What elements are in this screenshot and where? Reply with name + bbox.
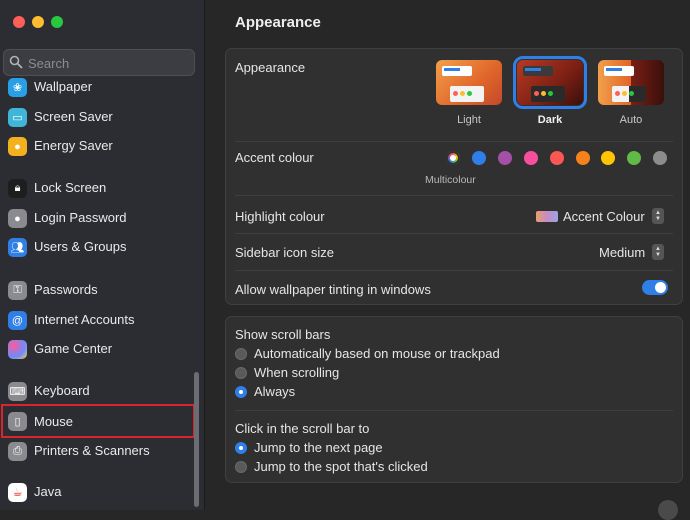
accent-yellow-swatch[interactable] (601, 151, 615, 165)
scroll-auto-radio[interactable] (235, 348, 247, 360)
wallpaper-tinting-label: Allow wallpaper tinting in windows (235, 282, 431, 297)
jump-to-spot-label[interactable]: Jump to the spot that's clicked (254, 459, 428, 474)
sidebar-item-label: Java (34, 484, 62, 499)
jump-next-page-radio[interactable] (235, 442, 247, 454)
sidebar-item-label: Printers & Scanners (34, 443, 150, 458)
show-scroll-bars-label: Show scroll bars (235, 327, 331, 342)
appearance-label: Appearance (235, 60, 306, 75)
accent-multicolour-swatch[interactable] (446, 151, 460, 165)
appearance-auto-option[interactable] (598, 60, 664, 105)
sidebar-item-wallpaper[interactable]: ❀ Wallpaper (0, 76, 195, 100)
appearance-panel: Appearance Light Dark Auto Accent colour… (225, 48, 683, 305)
main-content: Appearance Appearance Light Dark Auto Ac… (206, 0, 690, 520)
sidebar-item-label: Mouse (34, 414, 74, 429)
divider (235, 233, 673, 234)
sidebar-item-mouse[interactable]: ▯ Mouse (1, 404, 195, 438)
sidebar-item-internet-accounts[interactable]: @ Internet Accounts (0, 307, 195, 333)
appearance-dark-label: Dark (537, 114, 563, 126)
lock-screen-icon: 🔒︎ (8, 179, 27, 198)
sidebar-item-label: Users & Groups (34, 239, 127, 254)
login-password-icon: ● (8, 209, 27, 228)
sidebar-item-label: Lock Screen (34, 180, 107, 195)
sidebar-icon-size-chevron-icon[interactable]: ▲ ▼ (652, 244, 664, 260)
game-center-icon (8, 340, 27, 359)
sidebar: Search ❀ Wallpaper ▭ Screen Saver ● Ener… (0, 0, 205, 510)
search-input[interactable]: Search (3, 49, 195, 76)
scroll-auto-label[interactable]: Automatically based on mouse or trackpad (254, 346, 500, 361)
scroll-always-label[interactable]: Always (254, 384, 295, 399)
sidebar-list: ❀ Wallpaper ▭ Screen Saver ● Energy Save… (0, 76, 202, 510)
click-scroll-bar-label: Click in the scroll bar to (235, 421, 370, 436)
sidebar-item-label: Energy Saver (34, 138, 113, 153)
highlight-colour-swatch (536, 211, 558, 222)
accent-green-swatch[interactable] (627, 151, 641, 165)
sidebar-item-java[interactable]: ☕︎ Java (0, 479, 195, 505)
divider (235, 270, 673, 271)
mouse-icon: ▯ (8, 412, 27, 431)
sidebar-item-game-center[interactable]: Game Center (0, 336, 195, 362)
accent-colour-label: Accent colour (235, 150, 314, 165)
appearance-light-option[interactable] (436, 60, 502, 105)
sidebar-item-label: Screen Saver (34, 109, 113, 124)
sidebar-item-label: Login Password (34, 210, 127, 225)
close-window-button[interactable] (13, 16, 25, 28)
accent-pink-swatch[interactable] (524, 151, 538, 165)
accent-graphite-swatch[interactable] (653, 151, 667, 165)
users-groups-icon: 👥︎ (8, 238, 27, 257)
accent-red-swatch[interactable] (550, 151, 564, 165)
appearance-light-label: Light (457, 114, 481, 126)
sidebar-item-energy-saver[interactable]: ● Energy Saver (0, 133, 195, 159)
accent-blue-swatch[interactable] (472, 151, 486, 165)
wallpaper-icon: ❀ (8, 78, 27, 97)
sidebar-item-login-password[interactable]: ● Login Password (0, 205, 195, 231)
keyboard-icon: ⌨ (8, 382, 27, 401)
search-icon (9, 55, 23, 69)
scroll-always-radio[interactable] (235, 386, 247, 398)
highlight-colour-popup[interactable]: Accent Colour (563, 209, 645, 224)
sidebar-item-label: Internet Accounts (34, 312, 135, 327)
highlight-colour-label: Highlight colour (235, 209, 325, 224)
internet-accounts-icon: @ (8, 311, 27, 330)
accent-orange-swatch[interactable] (576, 151, 590, 165)
screen-saver-icon: ▭ (8, 108, 27, 127)
divider (235, 195, 673, 196)
sidebar-item-printers-scanners[interactable]: ⎙ Printers & Scanners (0, 438, 195, 464)
sidebar-icon-size-label: Sidebar icon size (235, 245, 334, 260)
sidebar-item-lock-screen[interactable]: 🔒︎ Lock Screen (0, 175, 195, 201)
wallpaper-tinting-toggle[interactable] (642, 280, 668, 295)
page-title: Appearance (235, 14, 321, 31)
sidebar-item-keyboard[interactable]: ⌨ Keyboard (0, 378, 195, 404)
sidebar-item-label: Keyboard (34, 383, 90, 398)
sidebar-item-label: Wallpaper (34, 79, 93, 94)
scroll-when-scrolling-label[interactable]: When scrolling (254, 365, 339, 380)
divider (235, 141, 673, 142)
sidebar-item-label: Game Center (34, 341, 113, 356)
scroll-bar-panel: Show scroll bars Automatically based on … (225, 316, 683, 483)
accent-purple-swatch[interactable] (498, 151, 512, 165)
sidebar-item-users-groups[interactable]: 👥︎ Users & Groups (0, 234, 195, 260)
sidebar-item-passwords[interactable]: ⚿ Passwords (0, 277, 195, 303)
jump-to-spot-radio[interactable] (235, 461, 247, 473)
jump-next-page-label[interactable]: Jump to the next page (254, 440, 383, 455)
help-button[interactable] (658, 500, 678, 520)
sidebar-item-screen-saver[interactable]: ▭ Screen Saver (0, 104, 195, 130)
sidebar-icon-size-popup[interactable]: Medium (599, 245, 645, 260)
scroll-when-scrolling-radio[interactable] (235, 367, 247, 379)
multicolour-caption: Multicolour (425, 174, 476, 186)
java-icon: ☕︎ (8, 483, 27, 502)
divider (235, 410, 673, 411)
zoom-window-button[interactable] (51, 16, 63, 28)
energy-saver-icon: ● (8, 137, 27, 156)
appearance-dark-option[interactable] (513, 56, 587, 109)
sidebar-scrollbar[interactable] (194, 372, 199, 507)
highlight-colour-chevron-icon[interactable]: ▲ ▼ (652, 208, 664, 224)
passwords-icon: ⚿ (8, 281, 27, 300)
sidebar-item-label: Passwords (34, 282, 98, 297)
search-placeholder: Search (28, 56, 70, 71)
printers-scanners-icon: ⎙ (8, 442, 27, 461)
appearance-auto-label: Auto (619, 114, 643, 126)
toggle-knob (655, 282, 666, 293)
minimize-window-button[interactable] (32, 16, 44, 28)
